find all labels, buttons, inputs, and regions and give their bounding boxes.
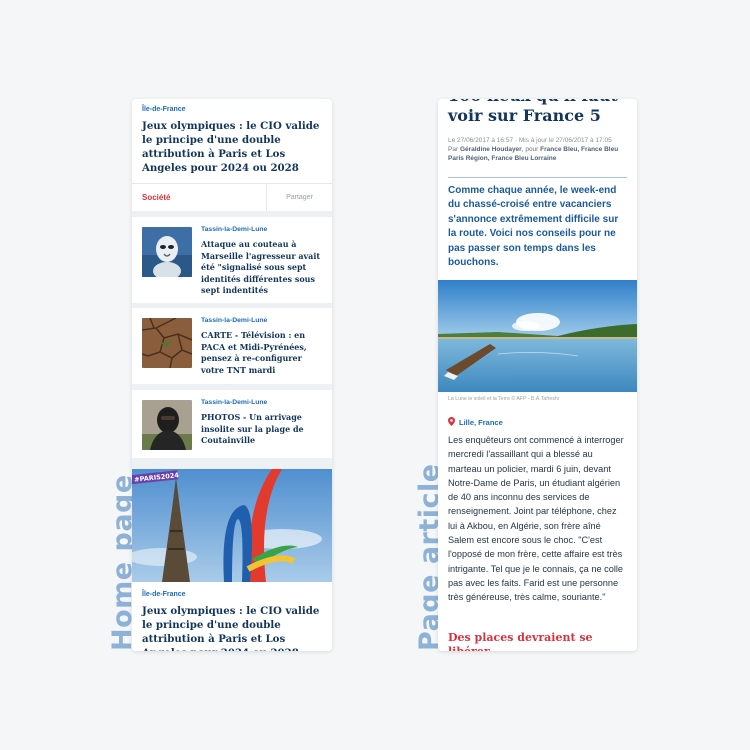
row-headline[interactable]: CARTE - Télévision : en PACA et Midi-Pyr… xyxy=(201,330,324,376)
category-link[interactable]: Société xyxy=(132,184,267,211)
row-region[interactable]: Tassin-la-Demi-Lune xyxy=(201,226,324,233)
article-thumbnail[interactable] xyxy=(142,227,192,277)
share-button[interactable]: Partager xyxy=(267,184,332,211)
byline-middle: , pour xyxy=(521,146,539,153)
article-title: 100 lieux qu'il faut voir sur France 5 xyxy=(448,99,618,125)
article-meta: Le 27/06/2017 à 16:57 · Mis à jour le 27… xyxy=(448,136,627,163)
list-item[interactable]: Tassin-la-Demi-Lune PHOTOS - Un arrivage… xyxy=(132,390,332,458)
article-subheading: Des places devraient se libérer xyxy=(448,631,593,651)
article-location[interactable]: Lille, France xyxy=(448,413,627,431)
article-body: Les enquêteurs ont commencé à interroger… xyxy=(448,435,624,603)
byline-prefix: Par xyxy=(448,146,459,153)
location-pin-icon xyxy=(448,413,455,431)
card-region[interactable]: Île-de-France xyxy=(142,106,322,113)
top-news-card[interactable]: Île-de-France Jeux olympiques : le CIO v… xyxy=(132,99,332,211)
title-divider xyxy=(448,177,627,178)
hero-region[interactable]: Île-de-France xyxy=(142,591,324,598)
article-thumbnail[interactable] xyxy=(142,318,192,368)
article-image[interactable] xyxy=(438,280,637,392)
list-item[interactable]: Tassin-la-Demi-Lune Attaque au couteau à… xyxy=(132,217,332,303)
hero-image[interactable]: #PARIS2024 xyxy=(132,469,332,582)
article-thumbnail[interactable] xyxy=(142,400,192,450)
article-lead: Comme chaque année, le week-end du chass… xyxy=(448,185,619,269)
row-headline[interactable]: Attaque au couteau à Marseille l'agresse… xyxy=(201,239,324,297)
hero-headline[interactable]: Jeux olympiques : le CIO valide le princ… xyxy=(142,604,324,651)
row-headline[interactable]: PHOTOS - Un arrivage insolite sur la pla… xyxy=(201,412,324,447)
location-link[interactable]: Lille, France xyxy=(459,418,503,427)
row-region[interactable]: Tassin-la-Demi-Lune xyxy=(201,317,324,324)
home-page-screen: Île-de-France Jeux olympiques : le CIO v… xyxy=(132,99,332,651)
list-item[interactable]: Tassin-la-Demi-Lune CARTE - Télévision :… xyxy=(132,308,332,384)
card-footer: Société Partager xyxy=(132,183,332,211)
article-page-screen: 100 lieux qu'il faut voir sur France 5 L… xyxy=(438,99,637,651)
row-region[interactable]: Tassin-la-Demi-Lune xyxy=(201,399,324,406)
author-link[interactable]: Géraldine Houdayer xyxy=(460,146,522,153)
image-caption: La Lune le soleil et la Terre © AFP - B.… xyxy=(448,396,559,402)
article-dates: Le 27/06/2017 à 16:57 · Mis à jour le 27… xyxy=(448,137,612,144)
hero-news-card[interactable]: #PARIS2024 Île-de-France Jeux olympiques… xyxy=(132,469,332,651)
card-headline[interactable]: Jeux olympiques : le CIO valide le princ… xyxy=(142,119,322,175)
